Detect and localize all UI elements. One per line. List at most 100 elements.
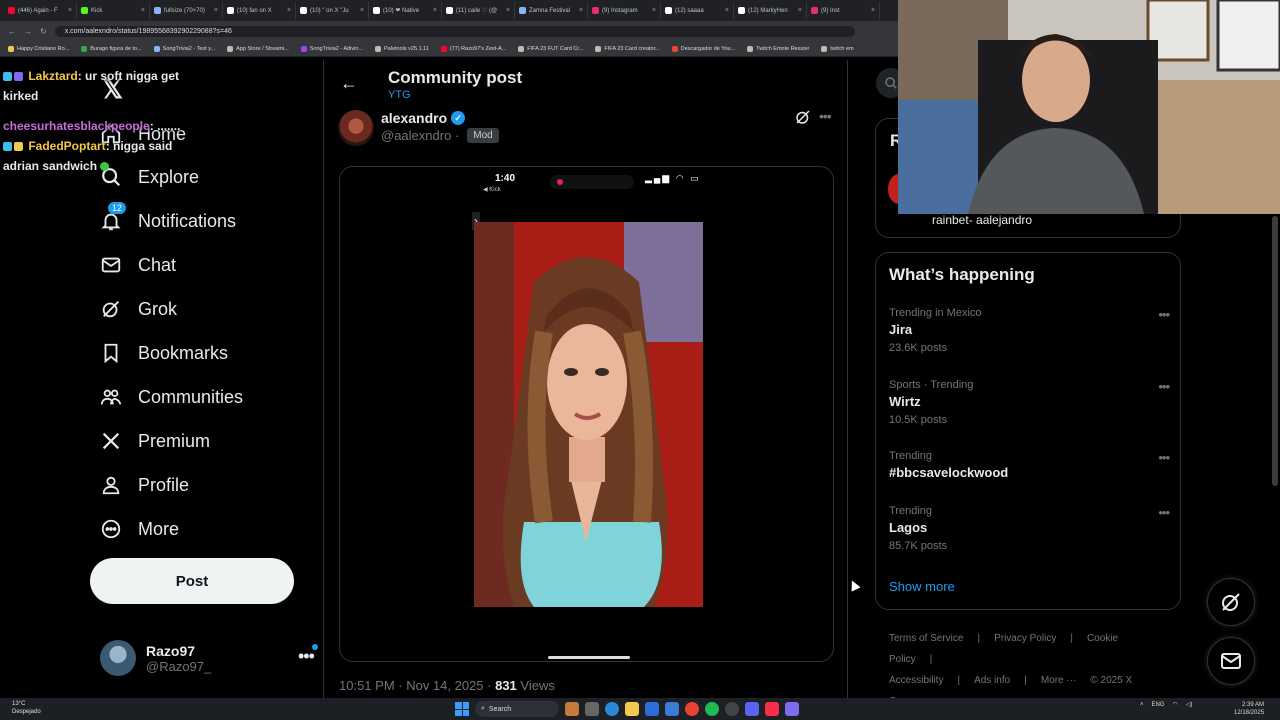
messages-fab-button[interactable] [1207,637,1255,685]
discord-icon[interactable] [745,702,759,716]
windows-start-icon[interactable] [455,702,469,716]
trend-more-icon[interactable]: ••• [1158,505,1170,520]
volume-icon[interactable]: ◁) [1186,701,1193,708]
forward-nav-icon[interactable]: → [24,27,32,36]
nav-grok[interactable]: Grok [100,291,177,327]
browser-tab[interactable]: Kick × [77,2,150,19]
browser-tab[interactable]: (10) ❤ Native × [369,2,442,19]
post-more-icon[interactable]: ••• [819,108,832,124]
trend-item[interactable]: Trending in Mexico Jira 23.6K posts ••• [889,307,1170,354]
browser-tab[interactable]: (12) MarkyHen × [734,2,807,19]
bookmark-item[interactable]: Twitch Emote Resizer [747,45,809,52]
bookmark-item[interactable]: twitch em [821,45,854,52]
author-name[interactable]: alexandro ✓ [381,110,466,126]
grok-icon[interactable] [794,108,812,126]
browser-tab[interactable]: (10) " on X "Ju × [296,2,369,19]
footer-link[interactable]: Terms of Service [889,633,963,644]
taskbar-search[interactable]: ⌕ Search [475,701,559,717]
bookmark-item[interactable]: Happy Cristiano Ro... [8,45,69,52]
bookmark-item[interactable]: Descargador de You... [671,45,735,52]
browser-tab[interactable]: (11) caile ♡ (@ × [442,2,515,19]
back-nav-icon[interactable]: ← [8,27,16,36]
post-button[interactable]: Post [90,558,294,604]
footer-link[interactable]: More ··· [1041,675,1077,686]
tab-close-icon[interactable]: × [798,7,802,14]
browser-tab[interactable]: Zamna Festival × [515,2,588,19]
bookmark-item[interactable]: Paletools v25.1.11 [375,45,429,52]
browser-tab[interactable]: (446) Again - F × [4,2,77,19]
tray-lang[interactable]: ENG [1152,702,1165,708]
nav-profile[interactable]: Profile [100,467,189,503]
chrome-icon[interactable] [685,702,699,716]
post-media-video[interactable]: 1:40 ◀ Kick ▂▄▆ ◠ ▭ › [339,166,834,662]
back-arrow-icon[interactable]: ← [340,73,358,94]
account-switcher[interactable]: Razo97 @Razo97_ ••• [100,638,318,678]
bookmark-item[interactable]: FIFA 23 Card creator... [595,45,660,52]
footer-link[interactable]: Privacy Policy [994,633,1056,644]
browser-tab[interactable]: (9) Instagram × [588,2,661,19]
tab-close-icon[interactable]: × [506,7,510,14]
post-timestamp[interactable]: 10:51 PM · Nov 14, 2025 · [339,678,495,693]
author-avatar[interactable] [338,110,374,146]
teams-icon[interactable] [785,702,799,716]
community-link[interactable]: YTG [388,89,411,101]
url-input[interactable]: x.com/aalexndro/status/19895568392902290… [54,25,855,37]
tab-close-icon[interactable]: × [579,7,583,14]
mail-app-icon[interactable] [665,702,679,716]
task-view-icon[interactable] [585,702,599,716]
file-explorer-icon[interactable] [625,702,639,716]
wifi-icon[interactable]: ◠ [1173,701,1178,708]
tab-close-icon[interactable]: × [725,7,729,14]
bookmark-item[interactable]: Burago figura de to... [81,45,142,52]
nav-premium[interactable]: Premium [100,423,210,459]
edge-icon[interactable] [605,702,619,716]
account-more-icon[interactable]: ••• [298,646,315,667]
bookmark-item[interactable]: SongTrivia2 - Adivin... [300,45,363,52]
bookmark-item[interactable]: SongTrivia2 - Test y... [153,45,215,52]
show-more-link[interactable]: Show more [889,579,955,594]
nav-bookmarks[interactable]: Bookmarks [100,335,228,371]
trend-item[interactable]: Trending Lagos 85.7K posts ••• [889,505,1170,552]
spotify-icon[interactable] [705,702,719,716]
music-icon[interactable] [765,702,779,716]
page-scrollbar[interactable] [1272,216,1278,486]
reload-icon[interactable]: ↻ [40,27,47,36]
tab-close-icon[interactable]: × [141,7,145,14]
browser-tab[interactable]: (9) Inst × [807,2,880,19]
taskbar-clock[interactable]: 2:39 AM 12/18/2025 [1234,701,1264,717]
browser-tab[interactable]: fullsize (70×70) × [150,2,223,19]
nav-notifications[interactable]: 12 Notifications [100,202,236,239]
browser-tab[interactable]: (10) fan on X × [223,2,296,19]
browser-tab[interactable]: (12) saaaa × [661,2,734,19]
trend-item[interactable]: Trending #bbcsavelockwood ••• [889,450,1170,480]
store-icon[interactable] [645,702,659,716]
tab-close-icon[interactable]: × [652,7,656,14]
bookmark-item[interactable]: App Store / Streami... [227,45,289,52]
tab-title: Kick [91,7,103,14]
bookmark-item[interactable]: (77) Razo97's Zest-A... [440,45,506,52]
weather-widget[interactable]: 13°C Despejado [12,700,41,716]
widgets-icon[interactable] [565,702,579,716]
nav-more[interactable]: More [100,511,179,547]
tab-close-icon[interactable]: × [360,7,364,14]
footer-link[interactable]: Ads info [974,675,1010,686]
views-count: 831 [495,678,517,693]
trend-item[interactable]: Sports · Trending Wirtz 10.5K posts ••• [889,379,1170,426]
nav-chat[interactable]: Chat [100,247,176,283]
tab-close-icon[interactable]: × [433,7,437,14]
bookmark-item[interactable]: FIFA 23 FUT Card Cr... [518,45,583,52]
tab-close-icon[interactable]: × [287,7,291,14]
tab-close-icon[interactable]: × [214,7,218,14]
footer-link[interactable]: Accessibility [889,675,943,686]
bookmark-icon [104,343,118,364]
tray-chevron-icon[interactable]: ˄ [1140,702,1144,708]
obs-icon[interactable] [725,702,739,716]
trend-more-icon[interactable]: ••• [1158,450,1170,465]
nav-communities[interactable]: Communities [100,379,243,415]
tab-close-icon[interactable]: × [68,7,72,14]
tab-close-icon[interactable]: × [871,7,875,14]
trend-more-icon[interactable]: ••• [1158,379,1170,394]
trend-more-icon[interactable]: ••• [1158,307,1170,322]
grok-fab-button[interactable] [1207,578,1255,626]
nav-label: Profile [138,474,190,495]
